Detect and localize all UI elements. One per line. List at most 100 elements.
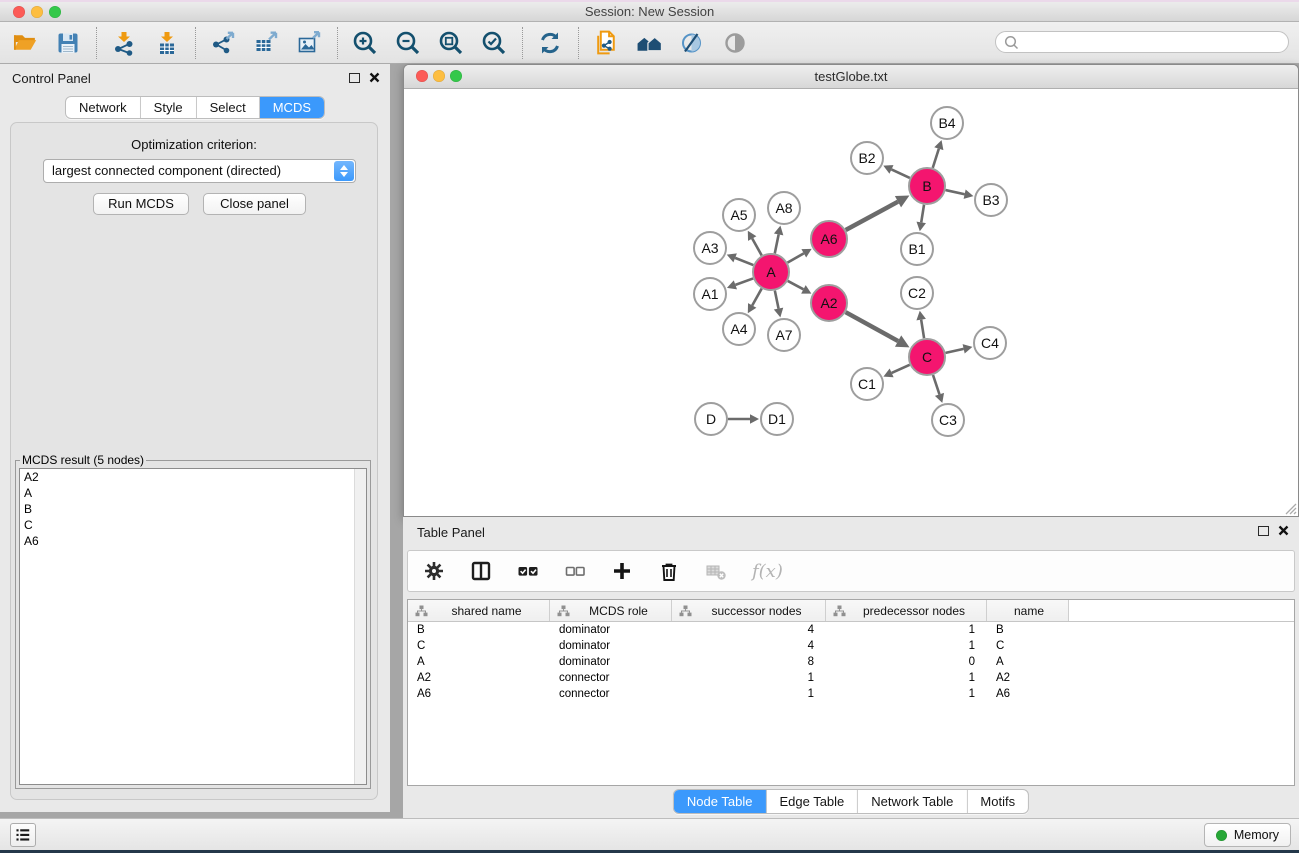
- add-column-button[interactable]: [611, 560, 633, 582]
- edge-C-C2[interactable]: [916, 311, 925, 338]
- column-header-predecessor-nodes[interactable]: predecessor nodes: [826, 600, 987, 621]
- home-button[interactable]: [632, 24, 666, 62]
- open-session-button[interactable]: [8, 24, 42, 62]
- table-cell[interactable]: A6: [408, 688, 550, 700]
- close-panel-button[interactable]: Close panel: [203, 193, 306, 215]
- table-cell[interactable]: 4: [672, 640, 826, 652]
- table-cell[interactable]: 8: [672, 656, 826, 668]
- float-table-panel-icon[interactable]: [1258, 526, 1269, 536]
- tab-network-table[interactable]: Network Table: [858, 790, 967, 813]
- run-mcds-button[interactable]: Run MCDS: [93, 193, 189, 215]
- export-image-button[interactable]: [292, 24, 326, 62]
- edge-B-B4[interactable]: [933, 140, 944, 168]
- close-table-panel-icon[interactable]: [1278, 525, 1289, 536]
- zoom-in-button[interactable]: [348, 24, 382, 62]
- node-B4[interactable]: B4: [931, 107, 963, 139]
- table-cell[interactable]: 1: [826, 624, 987, 636]
- result-list-item[interactable]: B: [20, 501, 366, 517]
- network-zoom-traffic-light[interactable]: [450, 70, 462, 82]
- table-row[interactable]: Bdominator41B: [408, 622, 1294, 638]
- table-cell[interactable]: connector: [550, 688, 672, 700]
- network-minimize-traffic-light[interactable]: [433, 70, 445, 82]
- table-cell[interactable]: 1: [826, 672, 987, 684]
- table-row[interactable]: Cdominator41C: [408, 638, 1294, 654]
- node-table[interactable]: shared nameMCDS rolesuccessor nodesprede…: [407, 599, 1295, 786]
- birds-eye-view-button[interactable]: [718, 24, 752, 62]
- edge-A2-C[interactable]: [846, 312, 910, 347]
- table-cell[interactable]: 0: [826, 656, 987, 668]
- select-all-rows-button[interactable]: [517, 560, 539, 582]
- memory-button[interactable]: Memory: [1204, 823, 1291, 847]
- node-B1[interactable]: B1: [901, 233, 933, 265]
- save-session-button[interactable]: [51, 24, 85, 62]
- table-row[interactable]: Adominator80A: [408, 654, 1294, 670]
- node-C4[interactable]: C4: [974, 327, 1006, 359]
- column-header-MCDS-role[interactable]: MCDS role: [550, 600, 672, 621]
- criterion-dropdown[interactable]: largest connected component (directed): [43, 159, 356, 183]
- tab-network[interactable]: Network: [66, 97, 141, 118]
- scrollbar-track[interactable]: [354, 469, 366, 784]
- node-C3[interactable]: C3: [932, 404, 964, 436]
- mcds-result-list[interactable]: A2ABCA6: [19, 468, 367, 785]
- network-window-titlebar[interactable]: testGlobe.txt: [404, 65, 1298, 89]
- edge-B-B2[interactable]: [883, 165, 909, 178]
- table-cell[interactable]: C: [987, 640, 1069, 652]
- edge-A-A2[interactable]: [788, 281, 812, 294]
- node-C[interactable]: C: [909, 339, 945, 375]
- edge-A-A1[interactable]: [727, 278, 753, 289]
- tab-select[interactable]: Select: [197, 97, 260, 118]
- table-cell[interactable]: B: [987, 624, 1069, 636]
- node-C2[interactable]: C2: [901, 277, 933, 309]
- tab-style[interactable]: Style: [141, 97, 197, 118]
- edge-C-C3[interactable]: [933, 375, 944, 403]
- table-options-button[interactable]: [423, 560, 445, 582]
- node-A2[interactable]: A2: [811, 285, 847, 321]
- tab-motifs[interactable]: Motifs: [967, 790, 1028, 813]
- edge-B-B3[interactable]: [946, 190, 974, 199]
- close-panel-icon[interactable]: [369, 72, 380, 83]
- table-cell[interactable]: dominator: [550, 640, 672, 652]
- table-cell[interactable]: 1: [826, 640, 987, 652]
- column-header-name[interactable]: name: [987, 600, 1069, 621]
- table-cell[interactable]: B: [408, 624, 550, 636]
- close-window-traffic-light[interactable]: [13, 6, 25, 18]
- column-header-shared-name[interactable]: shared name: [408, 600, 550, 621]
- table-cell[interactable]: 1: [672, 672, 826, 684]
- result-list-item[interactable]: C: [20, 517, 366, 533]
- import-network-button[interactable]: [107, 24, 141, 62]
- edge-C-C1[interactable]: [883, 365, 909, 378]
- apply-layout-button[interactable]: [533, 24, 567, 62]
- column-visibility-button[interactable]: [470, 560, 492, 582]
- table-cell[interactable]: 4: [672, 624, 826, 636]
- delete-table-button[interactable]: [705, 560, 727, 582]
- export-network-button[interactable]: [206, 24, 240, 62]
- table-cell[interactable]: A: [987, 656, 1069, 668]
- node-B3[interactable]: B3: [975, 184, 1007, 216]
- node-A3[interactable]: A3: [694, 232, 726, 264]
- import-table-button[interactable]: [150, 24, 184, 62]
- function-builder-button[interactable]: f(x): [752, 561, 783, 582]
- network-close-traffic-light[interactable]: [416, 70, 428, 82]
- tab-node-table[interactable]: Node Table: [674, 790, 767, 813]
- network-canvas[interactable]: B4B2BB3A8A5A6A3B1AA1C2A2A4A7C4CC1C3DD1: [404, 89, 1298, 516]
- table-cell[interactable]: C: [408, 640, 550, 652]
- network-from-selection-button[interactable]: [589, 24, 623, 62]
- node-B2[interactable]: B2: [851, 142, 883, 174]
- node-A7[interactable]: A7: [768, 319, 800, 351]
- zoom-out-button[interactable]: [391, 24, 425, 62]
- search-input[interactable]: [1019, 34, 1288, 50]
- table-cell[interactable]: A: [408, 656, 550, 668]
- node-D[interactable]: D: [695, 403, 727, 435]
- table-cell[interactable]: dominator: [550, 656, 672, 668]
- table-row[interactable]: A2connector11A2: [408, 670, 1294, 686]
- table-cell[interactable]: connector: [550, 672, 672, 684]
- task-history-button[interactable]: [10, 823, 36, 847]
- edge-A-A8[interactable]: [774, 226, 783, 254]
- result-list-item[interactable]: A: [20, 485, 366, 501]
- zoom-selected-button[interactable]: [477, 24, 511, 62]
- delete-columns-button[interactable]: [658, 560, 680, 582]
- float-panel-icon[interactable]: [349, 73, 360, 83]
- zoom-fit-button[interactable]: [434, 24, 468, 62]
- edge-C-C4[interactable]: [946, 344, 973, 353]
- minimize-window-traffic-light[interactable]: [31, 6, 43, 18]
